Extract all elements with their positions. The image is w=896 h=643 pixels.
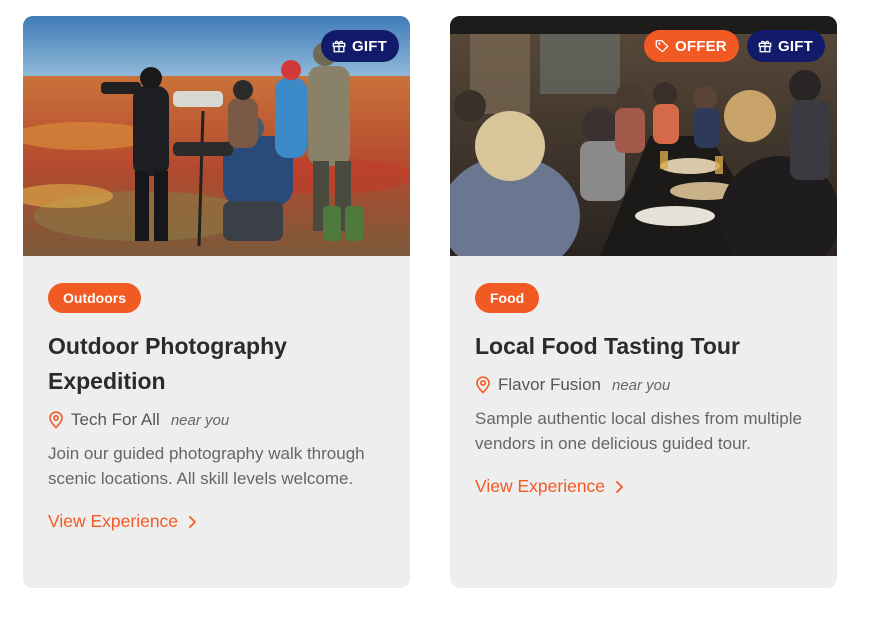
view-experience-label: View Experience	[48, 511, 179, 531]
card-location: Flavor Fusion near you	[475, 372, 812, 398]
experience-card[interactable]: GIFT Outdoors Outdoor Photography Expedi…	[23, 16, 410, 588]
card-location: Tech For All near you	[48, 407, 385, 433]
card-title: Outdoor Photography Expedition	[48, 333, 287, 394]
category-tag: Food	[475, 283, 540, 313]
location-name: Tech For All	[71, 410, 160, 429]
view-experience-label: View Experience	[475, 476, 606, 496]
map-pin-icon	[49, 411, 63, 429]
card-description: Join our guided photography walk through…	[48, 444, 365, 488]
category-tag: Outdoors	[48, 283, 141, 313]
gift-badge-label: GIFT	[778, 37, 813, 55]
card-image[interactable]: OFFER GIFT	[450, 16, 837, 256]
gift-badge: GIFT	[747, 30, 825, 62]
gift-badge: GIFT	[321, 30, 399, 62]
chevron-right-icon	[616, 480, 623, 493]
tag-icon	[655, 40, 669, 53]
experience-card[interactable]: OFFER GIFT Food Local Food Tasting Tour …	[450, 16, 837, 588]
proximity-label: near you	[170, 411, 230, 429]
map-pin-icon	[476, 376, 490, 394]
view-experience-link[interactable]: View Experience	[48, 511, 197, 532]
proximity-label: near you	[611, 376, 671, 394]
gift-icon	[758, 40, 772, 53]
offer-badge-label: OFFER	[675, 37, 727, 55]
gift-icon	[332, 40, 346, 53]
offer-badge: OFFER	[644, 30, 739, 62]
location-name: Flavor Fusion	[498, 375, 601, 394]
card-description: Sample authentic local dishes from multi…	[475, 409, 802, 453]
chevron-right-icon	[189, 515, 196, 528]
card-title: Local Food Tasting Tour	[475, 333, 740, 359]
card-image[interactable]: GIFT	[23, 16, 410, 256]
view-experience-link[interactable]: View Experience	[475, 476, 624, 497]
gift-badge-label: GIFT	[352, 37, 387, 55]
